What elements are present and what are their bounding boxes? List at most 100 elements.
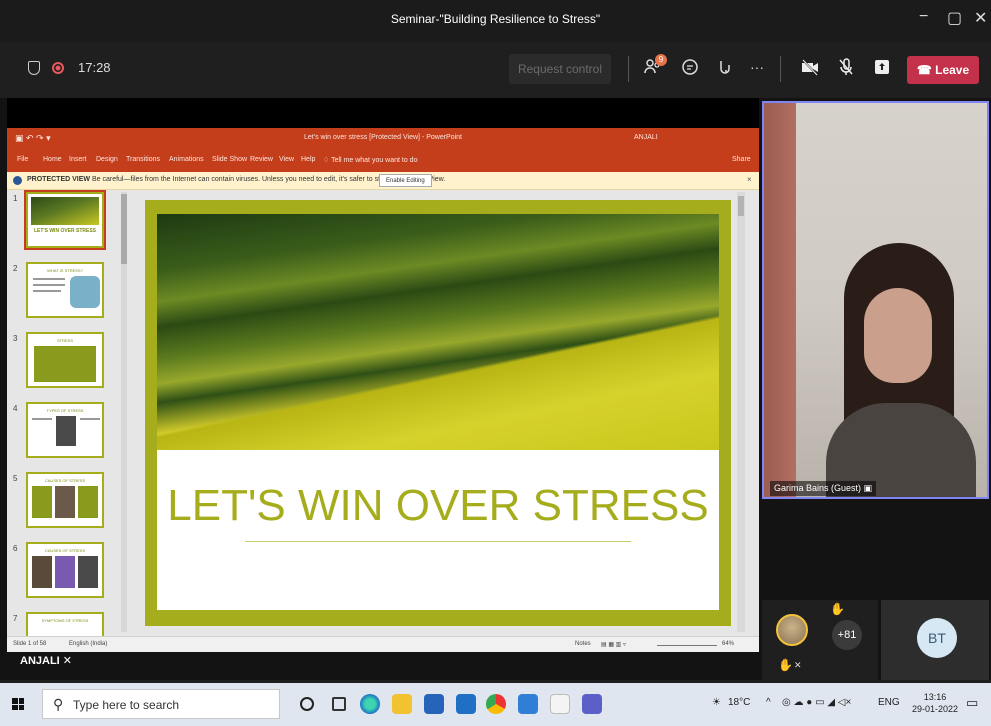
- chat-icon[interactable]: [680, 57, 700, 81]
- thumbnail-slide-1[interactable]: 1 LET'S WIN OVER STRESS: [7, 190, 119, 254]
- taskbar-search-box[interactable]: ⚲ Type here to search: [42, 689, 280, 719]
- file-explorer-icon[interactable]: [392, 694, 412, 714]
- enable-editing-button[interactable]: Enable Editing: [379, 174, 432, 187]
- chrome-icon[interactable]: [486, 694, 506, 714]
- tray-chevron-icon[interactable]: ^: [766, 697, 771, 708]
- ppt-tab-transitions[interactable]: Transitions: [126, 156, 160, 163]
- thumbnail-text-line: [33, 284, 65, 286]
- close-button[interactable]: ✕: [974, 8, 987, 28]
- camera-off-icon[interactable]: [800, 57, 820, 81]
- meeting-timer: 17:28: [78, 60, 111, 75]
- zoom-slider[interactable]: [657, 645, 717, 646]
- thumbnail-slide-3[interactable]: 3 STRESS: [7, 332, 119, 394]
- notifications-icon[interactable]: ▭: [966, 695, 978, 711]
- thumbnail-slide-2[interactable]: 2 WHAT IS STRESS?: [7, 262, 119, 324]
- ppt-user-name: ANJALI: [634, 134, 658, 141]
- mail-icon[interactable]: [456, 694, 476, 714]
- thumbnail-slide-5[interactable]: 5 CAUSES OF STRESS: [7, 472, 119, 534]
- thumbnail-image[interactable]: CAUSES OF STRESS: [26, 542, 104, 598]
- minimize-button[interactable]: −: [919, 8, 928, 26]
- ppt-tab-insert[interactable]: Insert: [69, 156, 87, 163]
- slide-landscape-photo: [157, 214, 719, 450]
- ppt-ribbon-tabs: File Home Insert Design Transitions Anim…: [7, 150, 759, 172]
- shared-content-header: [7, 98, 759, 128]
- leave-button[interactable]: ☎ Leave: [907, 56, 979, 84]
- ppt-tab-file[interactable]: File: [17, 156, 28, 163]
- scrollbar-thumb[interactable]: [738, 196, 744, 216]
- participant-video-tile[interactable]: Garima Bains (Guest) ▣: [762, 101, 989, 499]
- thumbnail-number: 6: [13, 544, 18, 553]
- cortana-icon[interactable]: [300, 697, 314, 711]
- search-placeholder: Type here to search: [73, 698, 180, 712]
- participants-count-badge: 9: [655, 54, 667, 66]
- request-control-button[interactable]: Request control: [509, 54, 611, 84]
- zoom-app-icon[interactable]: [518, 694, 538, 714]
- shield-icon[interactable]: [28, 61, 40, 75]
- maximize-button[interactable]: ▢: [947, 8, 962, 28]
- search-icon: ⚲: [53, 696, 64, 712]
- shared-powerpoint-window: ▣ ↶ ↷ ▾ Let's win over stress [Protected…: [7, 128, 759, 652]
- task-view-icon[interactable]: [332, 697, 346, 711]
- raised-hand-icon: ✋: [778, 658, 793, 672]
- thumbnail-number: 4: [13, 404, 18, 413]
- notes-button[interactable]: Notes: [575, 641, 591, 647]
- ppt-tab-view[interactable]: View: [279, 156, 294, 163]
- zoom-level[interactable]: 64%: [722, 641, 734, 647]
- thumbnail-image[interactable]: CAUSES OF STRESS: [26, 472, 104, 528]
- thumbnail-slide-7[interactable]: 7 SYMPTOMS OF STRESS: [7, 612, 119, 636]
- mic-off-icon[interactable]: [836, 57, 856, 81]
- thumbnail-slide-4[interactable]: 4 TYPES OF STRESS: [7, 402, 119, 464]
- teams-icon[interactable]: [582, 694, 602, 714]
- ppt-share-button[interactable]: Share: [732, 156, 751, 163]
- edge-icon[interactable]: [360, 694, 380, 714]
- avatar[interactable]: [776, 614, 808, 646]
- ppt-tab-home[interactable]: Home: [43, 156, 62, 163]
- ppt-tab-slideshow[interactable]: Slide Show: [212, 156, 247, 163]
- input-language[interactable]: ENG: [878, 697, 900, 708]
- taskbar-clock[interactable]: 13:16 29-01-2022: [912, 691, 958, 715]
- reactions-icon[interactable]: [715, 57, 735, 81]
- slide-scrollbar[interactable]: [737, 192, 745, 632]
- thumbnails-scrollbar[interactable]: [121, 192, 127, 632]
- ppt-tell-me-label: Tell me what you want to do: [331, 157, 418, 164]
- language-status[interactable]: English (India): [69, 641, 107, 647]
- ppt-titlebar: ▣ ↶ ↷ ▾ Let's win over stress [Protected…: [7, 128, 759, 150]
- participant-tile-bt[interactable]: BT: [881, 600, 989, 680]
- temperature[interactable]: 18°C: [728, 697, 750, 708]
- thumbnail-caption: SYMPTOMS OF STRESS: [41, 618, 89, 623]
- more-options-icon[interactable]: ···: [750, 57, 764, 77]
- window-titlebar: Seminar-"Building Resilience to Stress" …: [0, 0, 991, 42]
- weather-icon[interactable]: ☀: [712, 697, 721, 708]
- thumbnail-image[interactable]: STRESS: [26, 332, 104, 388]
- video-person-face: [864, 288, 932, 383]
- share-tray-icon[interactable]: [872, 57, 892, 81]
- thumbnail-block: [78, 556, 98, 588]
- thumbnail-image[interactable]: SYMPTOMS OF STRESS: [26, 612, 104, 636]
- ppt-tab-review[interactable]: Review: [250, 156, 273, 163]
- thumbnail-image[interactable]: LET'S WIN OVER STRESS: [24, 190, 106, 250]
- thumbnail-block: [55, 486, 75, 518]
- thumbnail-image[interactable]: WHAT IS STRESS?: [26, 262, 104, 318]
- thumbnail-block: [78, 486, 98, 518]
- scrollbar-thumb[interactable]: [121, 194, 127, 264]
- ppt-tab-design[interactable]: Design: [96, 156, 118, 163]
- participant-overflow-tile[interactable]: ✋ ✋ ✕ +81: [762, 600, 878, 680]
- view-buttons[interactable]: ▤ ▦ ▥ ▿: [601, 641, 626, 648]
- system-tray-icons[interactable]: ◎ ☁ ● ▭ ◢ ◁×: [782, 697, 851, 708]
- thumbnail-caption: CAUSES OF STRESS: [44, 478, 86, 483]
- ppt-tell-me[interactable]: ♢ Tell me what you want to do: [323, 156, 417, 164]
- ppt-tab-help[interactable]: Help: [301, 156, 315, 163]
- windows-start-icon[interactable]: [12, 698, 24, 710]
- thumbnail-caption: STRESS: [56, 338, 73, 343]
- thumbnail-image[interactable]: TYPES OF STRESS: [26, 402, 104, 458]
- store-icon[interactable]: [424, 694, 444, 714]
- presenter-label: ANJALI ✕: [20, 654, 72, 667]
- current-slide[interactable]: LET'S WIN OVER STRESS: [145, 200, 731, 626]
- close-icon[interactable]: ×: [747, 175, 752, 184]
- raised-hand-icon: ✋: [830, 602, 845, 616]
- ppt-tab-animations[interactable]: Animations: [169, 156, 204, 163]
- more-participants-count[interactable]: +81: [832, 620, 862, 650]
- thumbnail-block: [32, 556, 52, 588]
- document-app-icon[interactable]: [550, 694, 570, 714]
- thumbnail-slide-6[interactable]: 6 CAUSES OF STRESS: [7, 542, 119, 604]
